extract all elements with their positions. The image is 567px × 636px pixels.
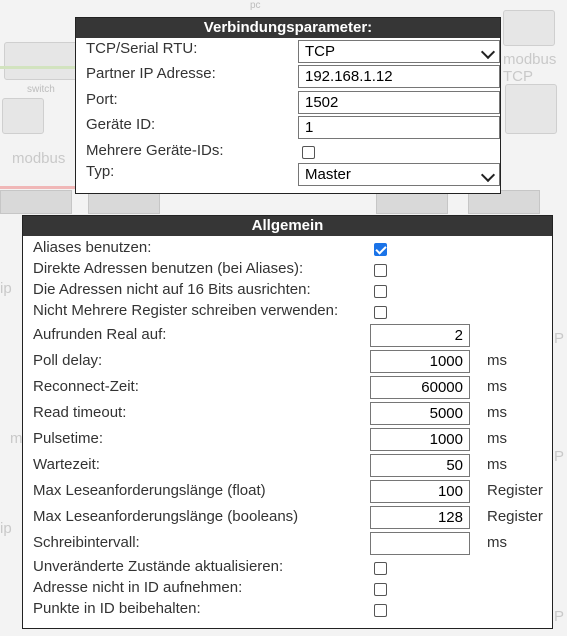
general-panel-title: Allgemein <box>23 216 552 236</box>
multiple-ids-label: Mehrere Geräte-IDs: <box>86 142 224 159</box>
row-multiple-ids: Mehrere Geräte-IDs: <box>86 142 500 164</box>
keep-dots-checkbox[interactable] <box>374 604 387 617</box>
row-port: Port: 1502 <box>86 91 500 114</box>
address-not-in-id-label: Adresse nicht in ID aufnehmen: <box>33 579 243 596</box>
switch-device-icon <box>4 42 78 80</box>
ip-label-1: ip <box>0 280 12 297</box>
max-bool-label: Max Leseanforderungslänge (booleans) <box>33 508 299 525</box>
direct-addresses-checkbox[interactable] <box>374 264 387 277</box>
row-write-interval: Schreibintervall: ms <box>33 532 552 555</box>
row-partner-ip: Partner IP Adresse: 192.168.1.12 <box>86 65 500 88</box>
row-use-aliases: Aliases benutzen: <box>33 239 552 261</box>
connection-panel: Verbindungsparameter: TCP/Serial RTU: TC… <box>75 17 501 194</box>
row-transport-type: TCP/Serial RTU: TCP <box>86 40 500 63</box>
modbus-tcp-label: modbus TCP <box>503 51 557 85</box>
device-id-input[interactable]: 1 <box>298 116 500 139</box>
direct-addresses-label: Direkte Adressen benutzen (bei Aliases): <box>33 260 304 277</box>
read-timeout-label: Read timeout: <box>33 404 127 421</box>
max-bool-input[interactable]: 128 <box>370 506 470 529</box>
m-label: m <box>10 430 23 447</box>
round-real-label: Aufrunden Real auf: <box>33 326 167 343</box>
device-id-label: Geräte ID: <box>86 116 156 133</box>
gateway-device-icon <box>2 98 44 134</box>
max-bool-unit: Register <box>487 508 543 525</box>
write-interval-input[interactable] <box>370 532 470 555</box>
port-input[interactable]: 1502 <box>298 91 500 114</box>
row-no-align: Die Adressen nicht auf 16 Bits ausrichte… <box>33 281 552 303</box>
write-interval-unit: ms <box>487 534 507 551</box>
write-interval-label: Schreibintervall: <box>33 534 140 551</box>
reconnect-input[interactable]: 60000 <box>370 376 470 399</box>
partner-ip-input[interactable]: 192.168.1.12 <box>298 65 500 88</box>
pulsetime-input[interactable]: 1000 <box>370 428 470 451</box>
row-address-not-in-id: Adresse nicht in ID aufnehmen: <box>33 579 552 601</box>
role-label: Typ: <box>86 163 115 180</box>
row-no-multi-write: Nicht Mehrere Register schreiben verwend… <box>33 302 552 324</box>
update-unchanged-label: Unveränderte Zustände aktualisieren: <box>33 558 284 575</box>
row-max-float: Max Leseanforderungslänge (float) 100 Re… <box>33 480 552 503</box>
read-timeout-input[interactable]: 5000 <box>370 402 470 425</box>
server-device-icon <box>503 10 555 46</box>
round-real-input[interactable]: 2 <box>370 324 470 347</box>
row-device-id: Geräte ID: 1 <box>86 116 500 139</box>
meter-icon-1 <box>0 190 72 214</box>
max-float-unit: Register <box>487 482 543 499</box>
max-float-label: Max Leseanforderungslänge (float) <box>33 482 266 499</box>
reconnect-unit: ms <box>487 378 507 395</box>
wait-label: Wartezeit: <box>33 456 100 473</box>
address-not-in-id-checkbox[interactable] <box>374 583 387 596</box>
p-label-2: P <box>554 448 565 465</box>
chevron-down-icon <box>480 44 496 60</box>
server-device-icon-2 <box>505 84 557 134</box>
role-value: Master <box>305 166 351 183</box>
transport-type-select[interactable]: TCP <box>298 40 500 63</box>
no-multi-write-checkbox[interactable] <box>374 306 387 319</box>
connection-panel-title: Verbindungsparameter: <box>76 18 500 38</box>
row-poll-delay: Poll delay: 1000 ms <box>33 350 552 373</box>
multiple-ids-checkbox[interactable] <box>302 146 315 159</box>
reconnect-label: Reconnect-Zeit: <box>33 378 139 395</box>
transport-type-value: TCP <box>305 43 335 60</box>
no-align-label: Die Adressen nicht auf 16 Bits ausrichte… <box>33 281 311 298</box>
pc-label: pc <box>250 0 261 11</box>
row-wait: Wartezeit: 50 ms <box>33 454 552 477</box>
row-read-timeout: Read timeout: 5000 ms <box>33 402 552 425</box>
row-direct-addresses: Direkte Adressen benutzen (bei Aliases): <box>33 260 552 282</box>
row-role: Typ: Master <box>86 163 500 186</box>
use-aliases-label: Aliases benutzen: <box>33 239 152 256</box>
no-multi-write-label: Nicht Mehrere Register schreiben verwend… <box>33 302 339 319</box>
use-aliases-checkbox[interactable] <box>374 243 387 256</box>
modbus-line <box>0 186 75 189</box>
p-label-1: P <box>554 330 565 347</box>
wait-input[interactable]: 50 <box>370 454 470 477</box>
connector-line <box>0 66 76 69</box>
modbus-label: modbus <box>12 150 66 167</box>
wait-unit: ms <box>487 456 507 473</box>
general-panel: Allgemein Aliases benutzen: Direkte Adre… <box>22 215 553 629</box>
read-timeout-unit: ms <box>487 404 507 421</box>
pulsetime-unit: ms <box>487 430 507 447</box>
switch-label: switch <box>27 84 55 95</box>
poll-delay-unit: ms <box>487 352 507 369</box>
chevron-down-icon <box>480 167 496 183</box>
no-align-checkbox[interactable] <box>374 285 387 298</box>
row-round-real: Aufrunden Real auf: 2 <box>33 324 552 347</box>
row-keep-dots: Punkte in ID beibehalten: <box>33 600 552 622</box>
port-label: Port: <box>86 91 118 108</box>
row-max-bool: Max Leseanforderungslänge (booleans) 128… <box>33 506 552 529</box>
poll-delay-input[interactable]: 1000 <box>370 350 470 373</box>
pulsetime-label: Pulsetime: <box>33 430 104 447</box>
role-select[interactable]: Master <box>298 163 500 186</box>
update-unchanged-checkbox[interactable] <box>374 562 387 575</box>
keep-dots-label: Punkte in ID beibehalten: <box>33 600 201 617</box>
transport-type-label: TCP/Serial RTU: <box>86 40 198 57</box>
row-pulsetime: Pulsetime: 1000 ms <box>33 428 552 451</box>
row-update-unchanged: Unveränderte Zustände aktualisieren: <box>33 558 552 580</box>
p-label-3: P <box>554 608 565 625</box>
max-float-input[interactable]: 100 <box>370 480 470 503</box>
row-reconnect: Reconnect-Zeit: 60000 ms <box>33 376 552 399</box>
partner-ip-label: Partner IP Adresse: <box>86 65 216 82</box>
poll-delay-label: Poll delay: <box>33 352 103 369</box>
ip-label-2: ip <box>0 520 12 537</box>
